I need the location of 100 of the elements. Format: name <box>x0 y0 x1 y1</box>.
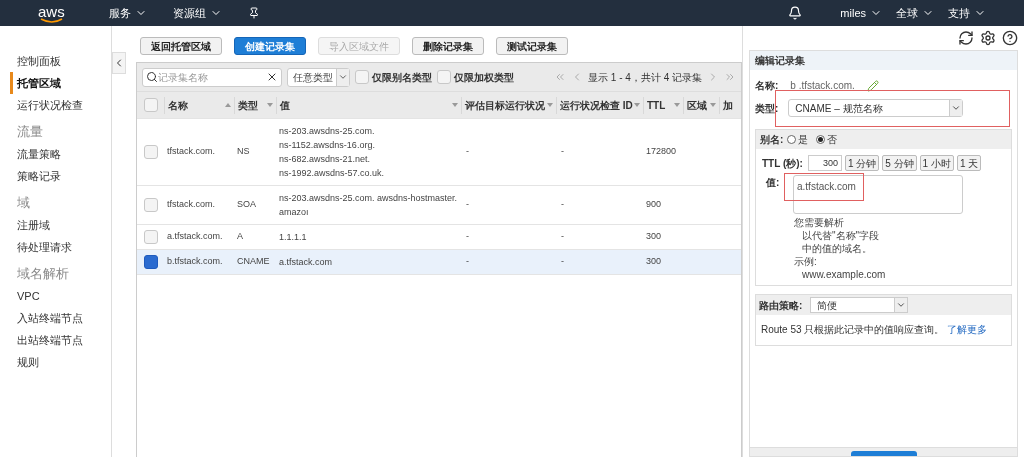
record-row[interactable]: b.tfstack.com. CNAME a.tfstack.com - - 300 <box>137 249 741 274</box>
sort-caret-icon <box>547 103 553 107</box>
search-input[interactable]: 记录集名称 <box>158 69 266 85</box>
table-cell-text: a.tfstack.com. <box>166 230 224 244</box>
table-cell-text: b.tfstack.com. <box>166 255 224 269</box>
table-cell-text: - <box>465 198 470 212</box>
nav-menu[interactable]: 全球 <box>896 4 934 22</box>
sort-caret-icon <box>674 103 680 107</box>
table-cell-text: 900 <box>645 198 663 212</box>
field-label: TTL (秒): <box>762 156 803 171</box>
record-name: b .tfstack.com. <box>790 79 855 93</box>
hint-text: www.example.com <box>801 268 887 281</box>
column-header[interactable]: 评估目标运行状况 <box>461 96 556 114</box>
nav-menu[interactable]: 支持 <box>948 4 986 22</box>
column-header[interactable]: TTL <box>643 96 683 114</box>
sidebar-item[interactable]: 注册域 <box>14 214 111 236</box>
learn-more-link[interactable]: 了解更多 <box>947 324 988 335</box>
table-cell-text: NS <box>236 145 251 159</box>
table-cell-text: SOA <box>236 198 257 212</box>
table-cell-text: - <box>560 230 565 244</box>
table-cell-text: CNAME <box>236 255 271 269</box>
first-page-icon[interactable] <box>554 71 567 83</box>
ttl-preset-button[interactable]: 5 分钟 <box>882 155 917 171</box>
search-field[interactable]: 记录集名称 <box>142 67 282 87</box>
sort-caret-icon <box>634 103 640 107</box>
table-cell-text: A <box>236 230 244 244</box>
save-button[interactable] <box>850 451 917 456</box>
help-icon[interactable] <box>1002 30 1018 46</box>
radio-label: 否 <box>827 133 838 147</box>
ttl-field[interactable]: 300 <box>807 155 842 171</box>
pencil-icon[interactable] <box>866 79 879 92</box>
hint-text: 以代替"名称"字段 <box>801 229 881 242</box>
hint-text: 示例: <box>794 255 818 268</box>
sidebar-item[interactable]: 运行状况检查 <box>14 94 111 116</box>
pagination-text: 显示 1 - 4，共计 4 记录集 <box>588 70 702 85</box>
collapse-sidebar-button[interactable] <box>112 52 126 74</box>
sidebar-item[interactable]: 流量策略 <box>14 143 111 165</box>
search-icon <box>146 71 158 83</box>
checkbox-label: 仅限加权类型 <box>454 70 514 85</box>
column-header[interactable]: 类型 <box>234 96 276 114</box>
routing-note: Route 53 只根据此记录中的值响应查询。 <box>761 324 945 335</box>
refresh-icon[interactable] <box>958 30 974 46</box>
type-select[interactable]: CNAME – 规范名称 <box>788 99 964 117</box>
ttl-preset-button[interactable]: 1 天 <box>956 155 982 171</box>
panel-title: 编辑记录集 <box>750 51 1017 70</box>
sort-caret-icon <box>710 103 716 107</box>
notification-bell-icon[interactable] <box>788 6 803 20</box>
table-cell-text: tfstack.com. <box>166 198 216 212</box>
nav-menu[interactable]: miles <box>840 4 882 22</box>
table-cell-text: tfstack.com. <box>166 145 216 159</box>
column-header[interactable]: 名称 <box>164 96 234 114</box>
settings-icon[interactable] <box>980 30 996 46</box>
clear-icon[interactable] <box>266 71 278 83</box>
ttl-preset-button[interactable]: 1 分钟 <box>844 155 880 171</box>
nav-menu[interactable]: 资源组 <box>172 4 222 22</box>
toolbar-button[interactable]: 测试记录集 <box>496 37 568 55</box>
sort-ascending-icon <box>225 103 231 107</box>
column-header[interactable]: 区域 <box>683 96 719 114</box>
field-label: 值: <box>766 176 781 190</box>
toolbar-button[interactable]: 创建记录集 <box>234 37 306 55</box>
sidebar-item[interactable]: 出站终端节点 <box>14 329 111 351</box>
table-cell-text: - <box>465 230 470 244</box>
radio-button[interactable] <box>816 135 826 144</box>
table-cell-text: - <box>560 198 565 212</box>
toolbar-button[interactable]: 删除记录集 <box>412 37 484 55</box>
ttl-preset-button[interactable]: 1 小时 <box>919 155 954 171</box>
field-label: 别名: <box>760 133 784 147</box>
radio-label: 是 <box>798 133 809 147</box>
table-cell-text: - <box>560 255 565 269</box>
sidebar-item[interactable]: 规则 <box>14 351 111 373</box>
column-header[interactable]: 加 <box>719 96 735 114</box>
sidebar-item[interactable]: 控制面板 <box>14 50 111 72</box>
aws-logo[interactable]: aws <box>38 3 65 23</box>
type-dropdown[interactable]: 任意类型 <box>287 67 350 87</box>
column-header[interactable]: 值 <box>276 96 461 114</box>
checkbox-label: 仅限别名类型 <box>372 70 432 85</box>
table-cell-text: a.tfstack.com <box>278 256 333 269</box>
radio-button[interactable] <box>787 135 797 144</box>
table-cell-text: ns-203.awsdns-25.com. ns-1152.awsdns-16.org. ns-682.awsdns-21.net. ns-1992.awsdns-57.co.uk. <box>278 125 386 180</box>
value-field[interactable]: a.tfstack.com <box>793 175 963 214</box>
last-page-icon[interactable] <box>724 71 736 83</box>
sidebar-item[interactable]: VPC <box>14 285 111 307</box>
table-cell-text: - <box>560 145 565 159</box>
checkbox[interactable] <box>143 255 158 269</box>
routing-select[interactable]: 简便 <box>810 297 909 313</box>
toolbar-button[interactable]: 返回托管区域 <box>140 37 222 55</box>
sidebar-item[interactable]: 入站终端节点 <box>14 307 111 329</box>
sidebar-heading: 域名解析 <box>16 265 70 283</box>
table-cell-text: 300 <box>645 230 663 244</box>
nav-menu[interactable]: 服务 <box>108 4 147 22</box>
table-cell-text: ns-203.awsdns-25.com. awsdns-hostmaster.amazoı <box>278 192 459 219</box>
sort-caret-icon <box>452 103 458 107</box>
sidebar-item[interactable]: 策略记录 <box>14 165 111 187</box>
pin-icon[interactable] <box>247 7 260 19</box>
column-header[interactable]: 运行状况检查 ID <box>556 96 643 114</box>
field-label: 路由策略: <box>759 298 803 313</box>
hint-text: 中的值的域名。 <box>801 242 873 255</box>
sidebar-item[interactable]: 待处理请求 <box>14 236 111 258</box>
table-cell-text: - <box>465 255 470 269</box>
field-label: 名称: <box>755 79 779 93</box>
